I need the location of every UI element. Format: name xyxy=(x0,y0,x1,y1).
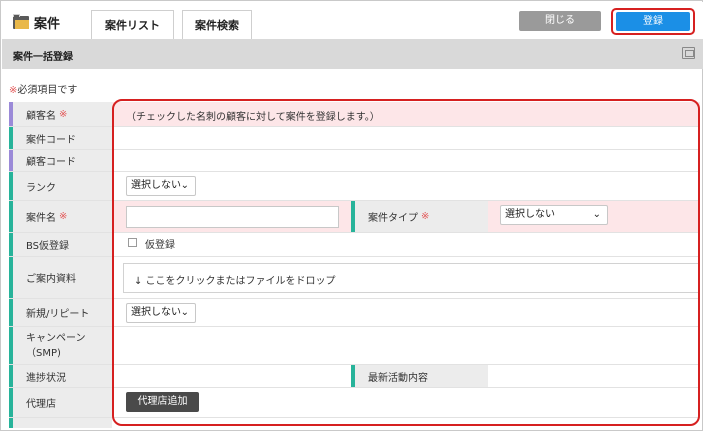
agency-label: 代理店 xyxy=(9,388,112,417)
customer-name-label-text: 顧客名 xyxy=(26,110,56,122)
rank-label: ランク xyxy=(9,172,112,200)
tab-case-search[interactable]: 案件検索 xyxy=(182,10,252,41)
bs-provisional-label: BS仮登録 xyxy=(9,233,112,256)
top-bar: 案件 案件リスト 案件検索 閉じる 登録 xyxy=(2,2,703,41)
app-title-text: 案件 xyxy=(34,16,61,32)
register-button[interactable]: 登録 xyxy=(616,12,690,31)
folder-icon xyxy=(13,13,29,29)
tab-case-list[interactable]: 案件リスト xyxy=(91,10,174,41)
app-title: 案件 xyxy=(13,12,60,32)
customer-name-label: 顧客名 ※ xyxy=(9,102,112,126)
required-note-text: 必須項目です xyxy=(17,85,78,96)
partial-row-label xyxy=(9,418,112,428)
section-title: 案件一括登録 xyxy=(13,52,73,63)
form-highlight-outline xyxy=(112,99,700,426)
case-code-label: 案件コード xyxy=(9,127,112,149)
required-mark: ※ xyxy=(59,108,68,120)
campaign-label: キャンペーン（SMP) xyxy=(9,327,112,364)
required-note: ※必須項目です xyxy=(9,81,77,96)
progress-label: 進捗状況 xyxy=(9,365,112,387)
new-repeat-label: 新規/リピート xyxy=(9,299,112,326)
section-header: 案件一括登録 xyxy=(2,39,703,69)
window-frame: 案件 案件リスト 案件検索 閉じる 登録 案件一括登録 ※必須項目です 顧客名 ※… xyxy=(0,0,703,431)
register-button-highlight: 登録 xyxy=(611,8,695,35)
window-icon[interactable] xyxy=(682,47,695,59)
required-mark: ※ xyxy=(59,211,68,222)
customer-code-label: 顧客コード xyxy=(9,150,112,171)
case-name-label: 案件名 ※ xyxy=(9,201,112,232)
close-button[interactable]: 閉じる xyxy=(519,11,601,31)
guide-material-label: ご案内資料 xyxy=(9,257,112,298)
case-name-label-text: 案件名 xyxy=(26,213,56,224)
